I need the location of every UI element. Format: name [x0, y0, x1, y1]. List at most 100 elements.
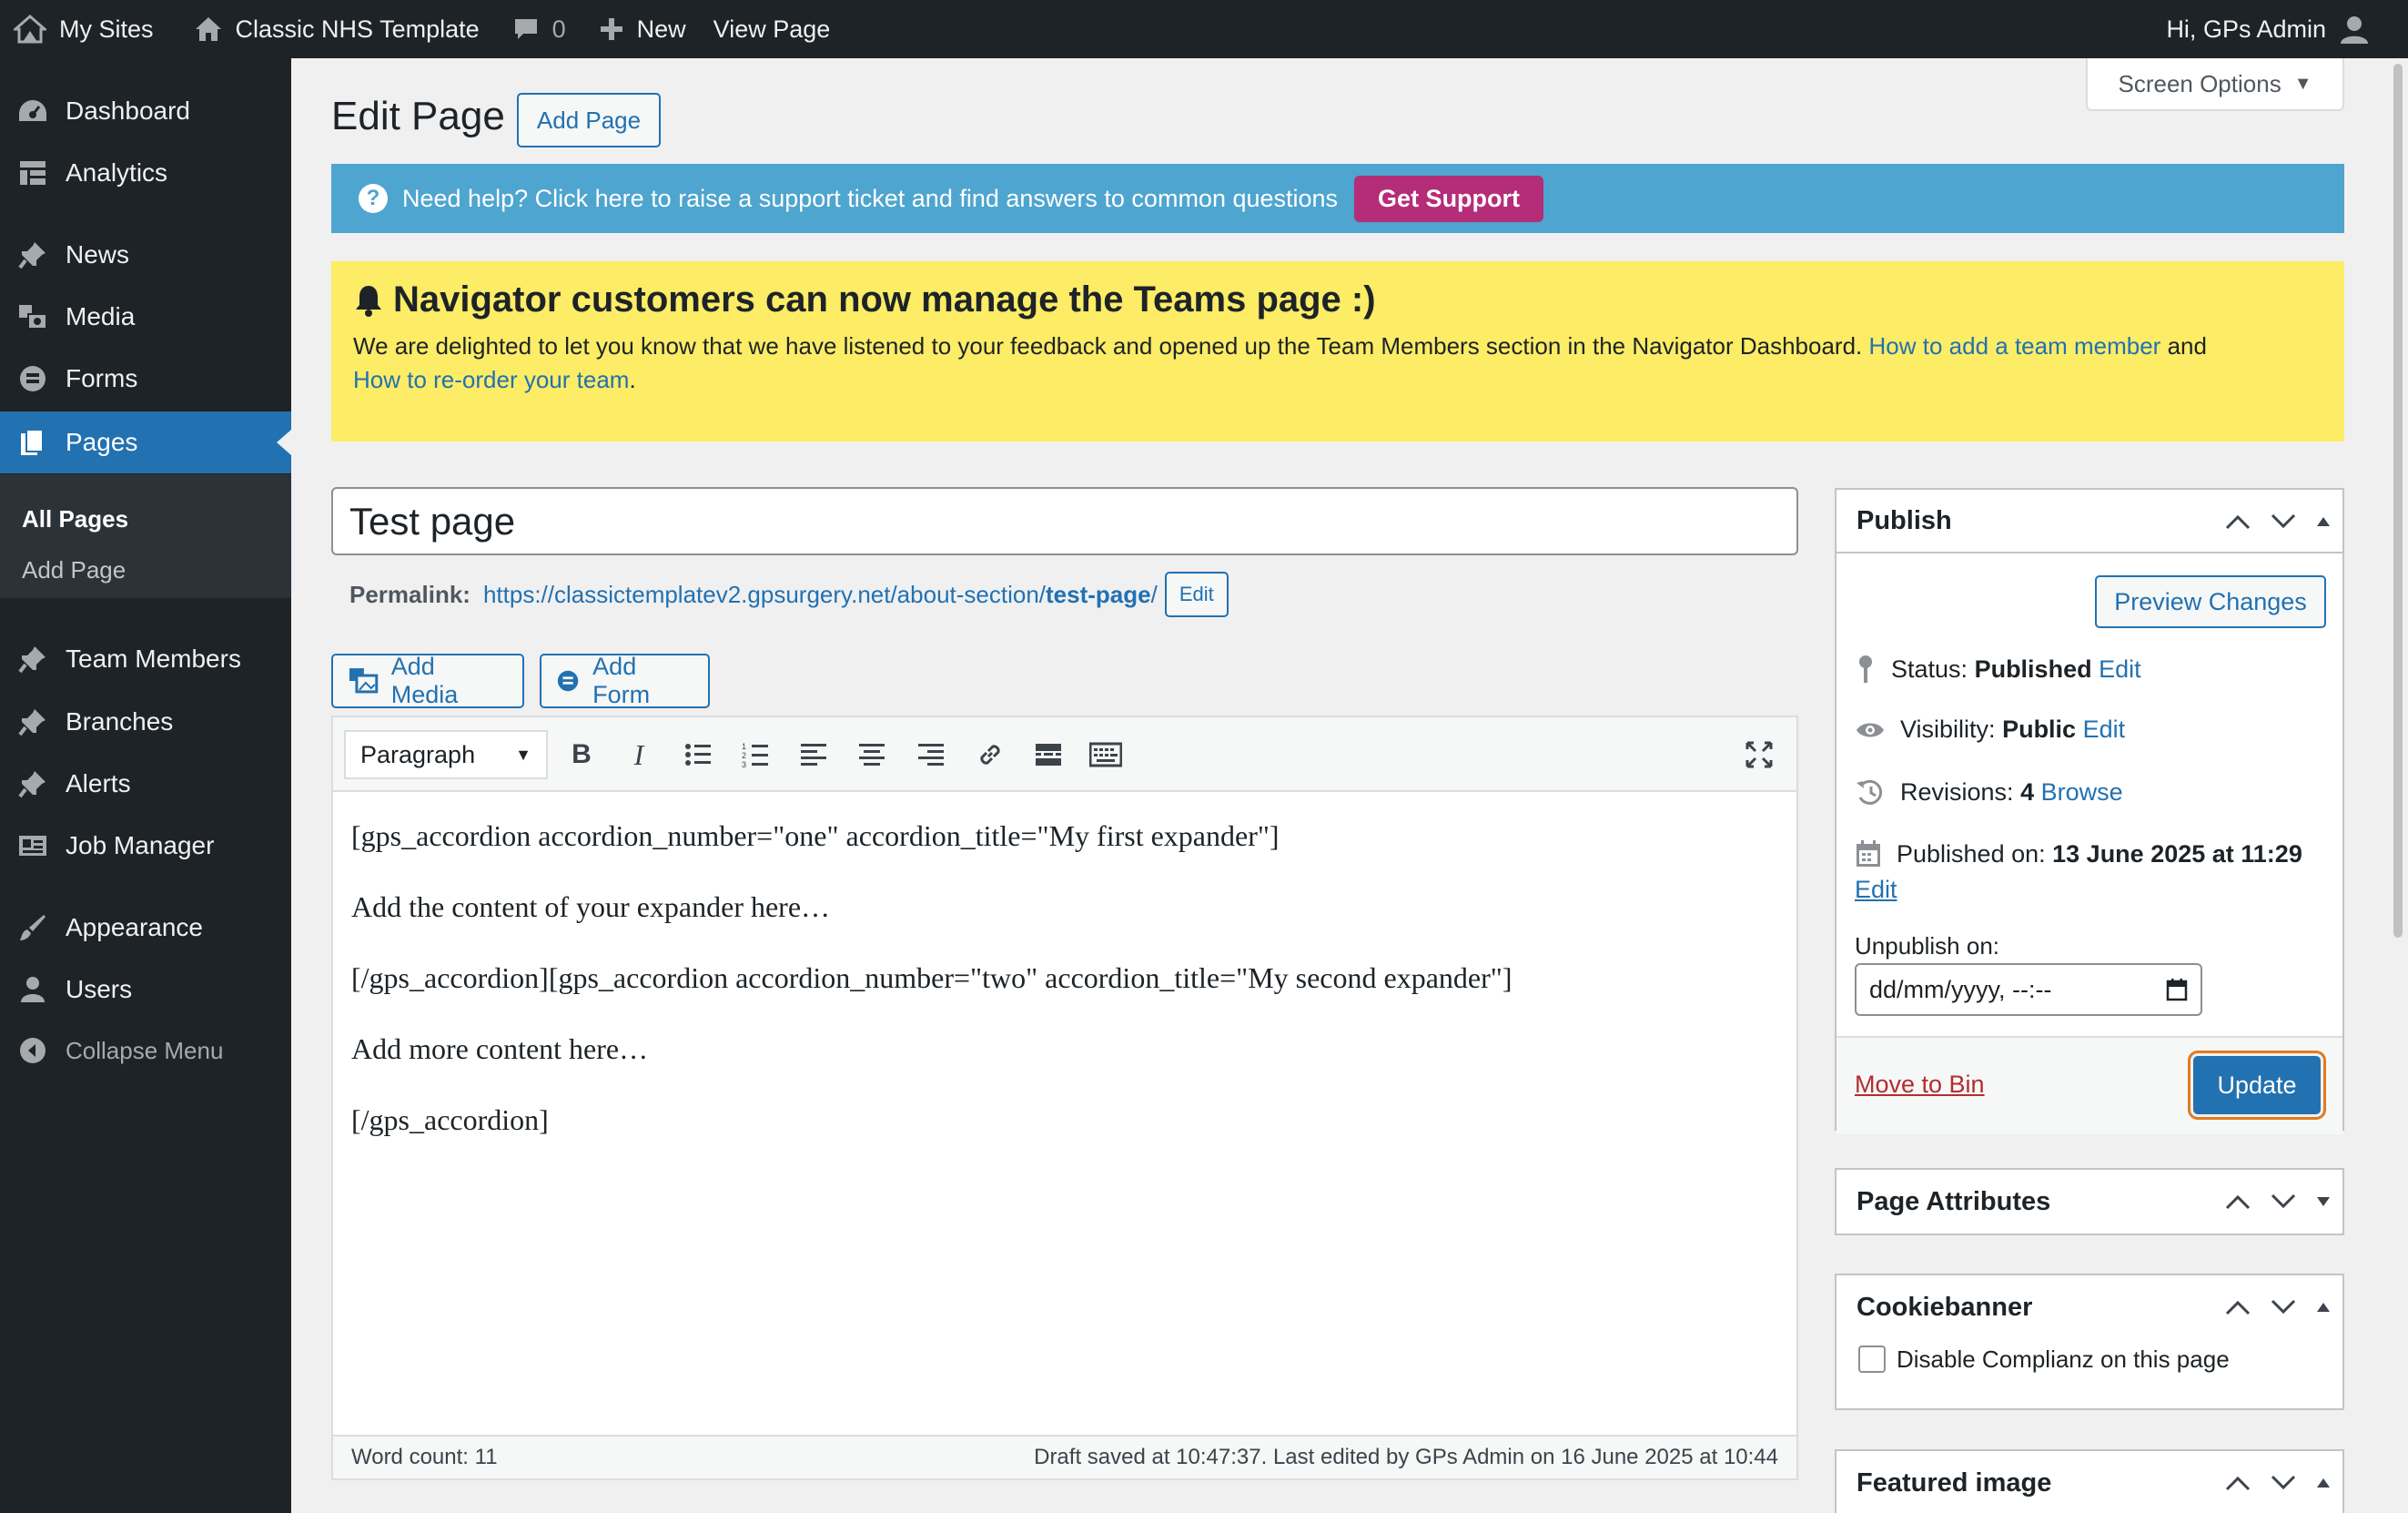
browse-revisions-link[interactable]: Browse — [2041, 778, 2123, 807]
add-media-icon — [349, 668, 379, 694]
editor-content[interactable]: [gps_accordion accordion_number="one" ac… — [351, 819, 1512, 1174]
read-more-button[interactable] — [1029, 736, 1067, 774]
submenu-all-pages[interactable]: All Pages — [22, 505, 128, 533]
link-icon — [980, 745, 1000, 765]
format-select[interactable]: Paragraph ▼ — [344, 730, 548, 779]
sidebar-item-label: Analytics — [66, 158, 168, 187]
expand-triangle-icon[interactable] — [2315, 1195, 2332, 1208]
content-paragraph: Add more content here… — [351, 1032, 649, 1065]
permalink-edit-button[interactable]: Edit — [1164, 572, 1229, 617]
post-title-input[interactable]: Test page — [331, 487, 1798, 555]
sidebar-item-label: Appearance — [66, 913, 204, 941]
chevron-down-icon[interactable] — [2270, 1474, 2297, 1492]
italic-button[interactable]: I — [620, 736, 658, 774]
pin-icon — [18, 771, 46, 798]
autosave-status: Draft saved at 10:47:37. Last edited by … — [1034, 1445, 1778, 1469]
site-name-link[interactable]: Classic NHS Template — [180, 0, 493, 58]
sidebar-item-news[interactable]: News — [0, 224, 291, 286]
permalink-url[interactable]: https://classictemplatev2.gpsurgery.net/… — [483, 581, 1158, 609]
move-to-bin-link[interactable]: Move to Bin — [1855, 1071, 1985, 1099]
sidebar-item-branches[interactable]: Branches — [0, 691, 291, 753]
sidebar-item-analytics[interactable]: Analytics — [0, 142, 291, 204]
bold-icon: B — [572, 739, 592, 769]
pages-submenu: All Pages Add Page — [0, 474, 291, 598]
help-banner[interactable]: ? Need help? Click here to raise a suppo… — [331, 164, 2344, 233]
home-icon — [195, 17, 221, 41]
collapse-triangle-icon[interactable] — [2315, 515, 2332, 528]
bell-icon — [356, 285, 381, 317]
bold-button[interactable]: B — [562, 736, 601, 774]
fullscreen-button[interactable] — [1740, 736, 1778, 774]
sidebar-item-media[interactable]: Media — [0, 286, 291, 348]
update-button[interactable]: Update — [2193, 1056, 2321, 1114]
new-content-link[interactable]: New — [585, 0, 700, 58]
comments-count: 0 — [551, 15, 566, 43]
submenu-add-page[interactable]: Add Page — [22, 556, 126, 584]
align-right-button[interactable] — [912, 736, 950, 774]
numbered-list-button[interactable]: 123 — [736, 736, 774, 774]
sidebar-item-job-manager[interactable]: Job Manager — [0, 815, 291, 877]
sidebar-item-users[interactable]: Users — [0, 959, 291, 1021]
toolbar-toggle-button[interactable] — [1087, 736, 1125, 774]
sidebar-item-label: Branches — [66, 707, 174, 736]
edit-visibility-link[interactable]: Edit — [2083, 716, 2126, 744]
view-page-label: View Page — [713, 15, 831, 43]
comments-link[interactable]: 0 — [499, 0, 580, 58]
chevron-up-icon[interactable] — [2224, 1474, 2251, 1492]
collapse-triangle-icon[interactable] — [2315, 1301, 2332, 1314]
sidebar-item-pages[interactable]: Pages — [0, 411, 291, 473]
sidebar-item-forms[interactable]: Forms — [0, 348, 291, 410]
add-page-button[interactable]: Add Page — [517, 93, 661, 147]
edit-status-link[interactable]: Edit — [2099, 655, 2141, 684]
view-page-link[interactable]: View Page — [700, 0, 845, 58]
disable-complianz-checkbox[interactable] — [1858, 1345, 1886, 1373]
screen-options-button[interactable]: Screen Options ▼ — [2086, 58, 2344, 111]
featured-image-header[interactable]: Featured image — [1836, 1451, 2342, 1513]
preview-changes-button[interactable]: Preview Changes — [2095, 575, 2326, 628]
add-form-button[interactable]: Add Form — [540, 653, 710, 708]
content-paragraph: [/gps_accordion] — [351, 1103, 549, 1136]
chevron-up-icon[interactable] — [2224, 1298, 2251, 1316]
add-media-button[interactable]: Add Media — [331, 653, 524, 708]
align-left-button[interactable] — [794, 736, 833, 774]
add-team-member-link[interactable]: How to add a team member — [1869, 332, 2161, 360]
collapse-triangle-icon[interactable] — [2315, 1477, 2332, 1489]
page-scrollbar[interactable] — [2388, 58, 2408, 1513]
svg-text:1: 1 — [742, 742, 746, 751]
sidebar-item-dashboard[interactable]: Dashboard — [0, 80, 291, 142]
scrollbar-thumb[interactable] — [2393, 64, 2403, 938]
notice-title: Navigator customers can now manage the T… — [353, 279, 2322, 320]
publish-box-header[interactable]: Publish — [1836, 490, 2342, 553]
edit-published-date-link[interactable]: Edit — [1855, 876, 1897, 904]
chevron-up-icon[interactable] — [2224, 1193, 2251, 1211]
disable-complianz-row[interactable]: Disable Complianz on this page — [1836, 1339, 2342, 1379]
unpublish-date-input[interactable]: dd/mm/yyyy, --:-- — [1855, 963, 2202, 1016]
sidebar-item-appearance[interactable]: Appearance — [0, 897, 291, 959]
bullet-list-icon — [685, 744, 711, 766]
visibility-label: Visibility: — [1900, 716, 1996, 743]
bullet-list-button[interactable] — [679, 736, 717, 774]
cookiebanner-header[interactable]: Cookiebanner — [1836, 1275, 2342, 1339]
users-icon — [21, 977, 45, 1002]
permalink-row: Permalink: https://classictemplatev2.gps… — [349, 572, 1229, 617]
calendar-icon[interactable] — [2166, 978, 2188, 1001]
collapse-menu-button[interactable]: Collapse Menu — [0, 1020, 291, 1081]
status-row: Status: Published Edit — [1855, 654, 2141, 685]
insert-link-button[interactable] — [971, 736, 1009, 774]
chevron-down-icon[interactable] — [2270, 513, 2297, 531]
page-attributes-header[interactable]: Page Attributes — [1836, 1170, 2342, 1234]
sidebar-item-alerts[interactable]: Alerts — [0, 753, 291, 815]
chevron-down-icon[interactable] — [2270, 1193, 2297, 1211]
content-paragraph: Add the content of your expander here… — [351, 890, 831, 923]
chevron-up-icon[interactable] — [2224, 513, 2251, 531]
analytics-icon — [20, 161, 46, 185]
chevron-down-icon[interactable] — [2270, 1298, 2297, 1316]
my-account-link[interactable]: Hi, GPs Admin — [2166, 0, 2370, 58]
my-sites-link[interactable]: My Sites — [0, 0, 167, 58]
add-media-label: Add Media — [390, 653, 459, 708]
sidebar-item-team-members[interactable]: Team Members — [0, 628, 291, 690]
align-center-button[interactable] — [853, 736, 891, 774]
calendar-icon — [1857, 840, 1880, 867]
get-support-button[interactable]: Get Support — [1354, 175, 1544, 222]
reorder-team-link[interactable]: How to re-order your team — [353, 366, 629, 393]
